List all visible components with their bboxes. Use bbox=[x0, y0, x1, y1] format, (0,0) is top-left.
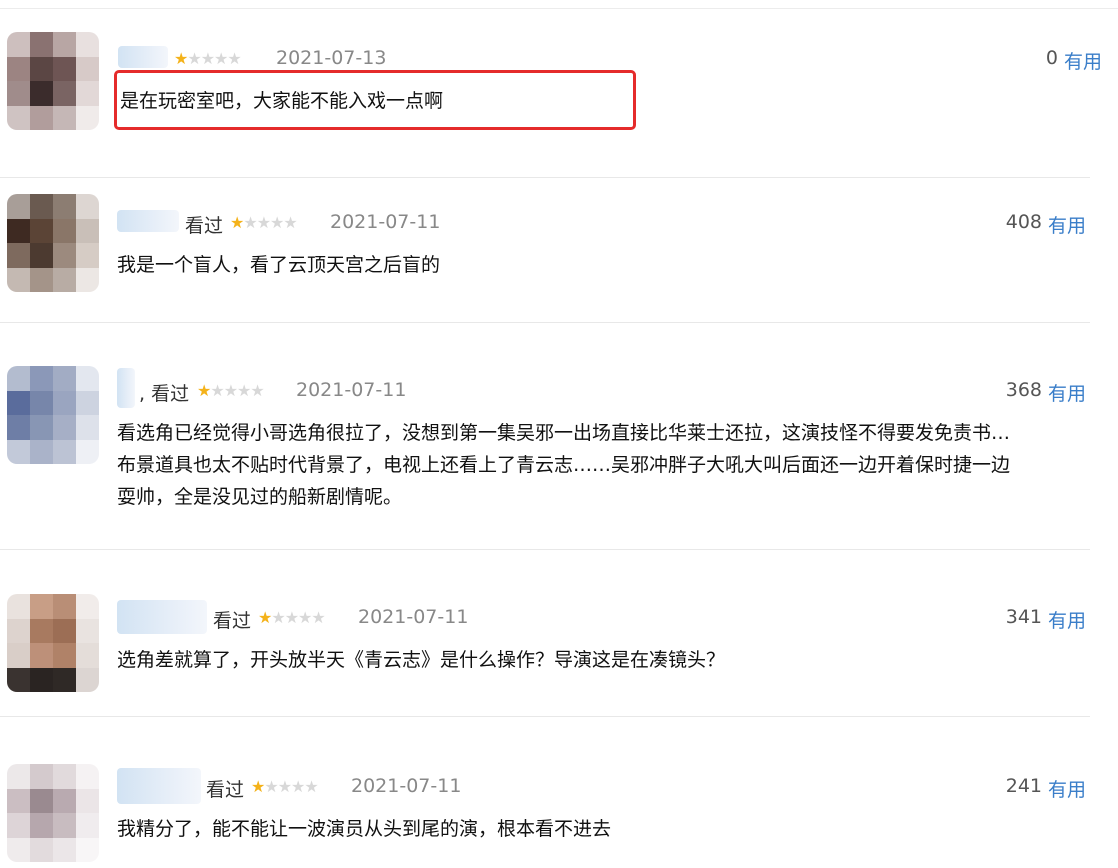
review-text: 我精分了，能不能让一波演员从头到尾的演，根本看不进去 bbox=[117, 818, 612, 840]
useful-button[interactable]: 有用 bbox=[1048, 606, 1086, 633]
rating-stars: ★★★★★ bbox=[258, 608, 326, 627]
row-divider bbox=[0, 177, 1090, 178]
highlight-box bbox=[114, 70, 636, 130]
review-text-line: 布景道具也太不贴时代背景了，电视上还看上了青云志……吴邪冲胖子大吼大叫后面还一边… bbox=[117, 454, 1011, 476]
useful-count: 241 bbox=[1005, 775, 1042, 797]
useful-button[interactable]: 有用 bbox=[1048, 379, 1086, 406]
review-text-line: 耍帅，全是没见过的船新剧情呢。 bbox=[117, 486, 403, 508]
review-date: 2021-07-11 bbox=[358, 606, 469, 628]
username-blurred[interactable] bbox=[118, 46, 168, 68]
review-text: 选角差就算了，开头放半天《青云志》是什么操作？导演这是在凑镜头？ bbox=[117, 649, 726, 671]
avatar[interactable] bbox=[7, 366, 99, 464]
avatar[interactable] bbox=[7, 764, 99, 862]
rating-stars: ★★★★★ bbox=[230, 213, 298, 232]
row-divider bbox=[0, 322, 1090, 323]
top-divider bbox=[0, 8, 1118, 9]
avatar[interactable] bbox=[7, 594, 99, 692]
review-date: 2021-07-13 bbox=[276, 47, 387, 69]
watched-label: 看过 bbox=[213, 610, 252, 632]
review-date: 2021-07-11 bbox=[296, 379, 407, 401]
useful-count: 0 bbox=[1045, 47, 1058, 69]
useful-count: 368 bbox=[1005, 379, 1042, 401]
avatar[interactable] bbox=[7, 194, 99, 292]
rating-stars: ★★★★★ bbox=[197, 381, 265, 400]
useful-button[interactable]: 有用 bbox=[1048, 211, 1086, 238]
useful-count: 408 bbox=[1005, 211, 1042, 233]
username-blurred[interactable] bbox=[117, 600, 207, 634]
row-divider bbox=[0, 549, 1090, 550]
row-divider bbox=[0, 716, 1090, 717]
review-date: 2021-07-11 bbox=[351, 775, 462, 797]
username-blurred[interactable] bbox=[117, 768, 201, 804]
rating-stars: ★★★★★ bbox=[251, 777, 319, 796]
useful-button[interactable]: 有用 bbox=[1064, 47, 1102, 74]
username-blurred[interactable] bbox=[117, 368, 135, 408]
review-text-line: 看选角已经觉得小哥选角很拉了，没想到第一集吴邪一出场直接比华莱士还拉，这演技怪不… bbox=[117, 422, 1011, 444]
review-text: 我是一个盲人，看了云顶天宫之后盲的 bbox=[117, 254, 441, 276]
watched-label: 看过 bbox=[206, 779, 245, 801]
useful-count: 341 bbox=[1005, 606, 1042, 628]
watched-label: , 看过 bbox=[139, 383, 190, 405]
review-text: 看选角已经觉得小哥选角很拉了，没想到第一集吴邪一出场直接比华莱士还拉，这演技怪不… bbox=[117, 417, 1010, 513]
avatar[interactable] bbox=[7, 32, 99, 130]
useful-button[interactable]: 有用 bbox=[1048, 775, 1086, 802]
username-blurred[interactable] bbox=[117, 210, 179, 232]
watched-label: 看过 bbox=[185, 215, 224, 237]
rating-stars: ★★★★★ bbox=[174, 49, 242, 68]
review-date: 2021-07-11 bbox=[330, 211, 441, 233]
